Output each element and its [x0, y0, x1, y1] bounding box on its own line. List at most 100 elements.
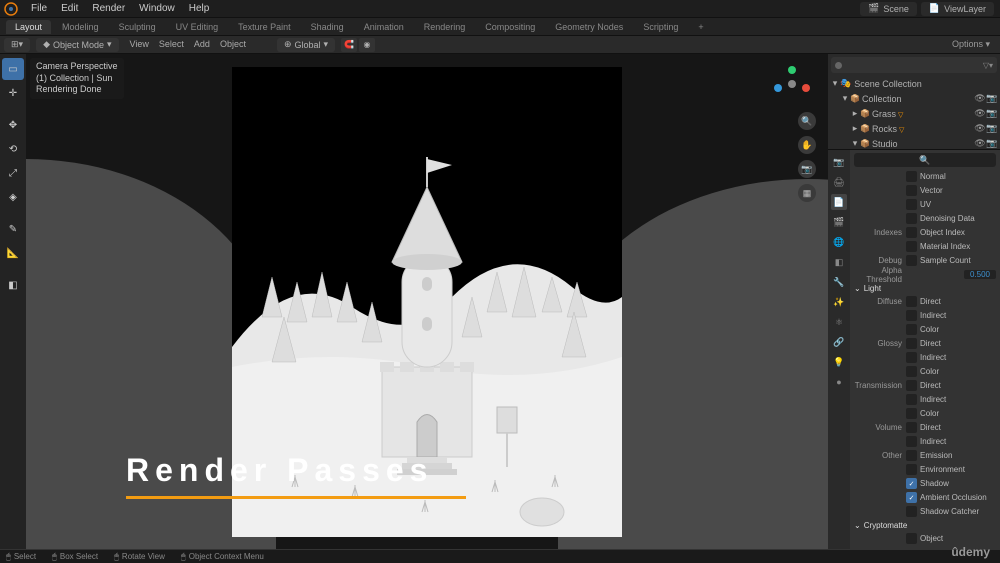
checkbox[interactable] [906, 464, 917, 475]
workspace-tab-animation[interactable]: Animation [355, 20, 413, 34]
menu-window[interactable]: Window [132, 1, 182, 16]
render-toggle[interactable]: 📷 [986, 123, 998, 134]
y-axis-handle[interactable] [788, 66, 796, 74]
add-workspace-button[interactable]: + [689, 20, 712, 34]
render-toggle[interactable]: 📷 [986, 108, 998, 119]
workspace-tab-layout[interactable]: Layout [6, 20, 51, 34]
checkbox[interactable] [906, 422, 917, 433]
proportional-icon[interactable]: ◉ [359, 38, 375, 52]
checkbox[interactable] [906, 255, 917, 266]
checkbox[interactable] [906, 533, 917, 544]
checkbox[interactable] [906, 213, 917, 224]
checkbox[interactable] [906, 310, 917, 321]
checkbox[interactable] [906, 171, 917, 182]
scale-tool[interactable]: ⤢ [2, 162, 24, 184]
visibility-toggle[interactable]: 👁 [974, 108, 986, 119]
perspective-toggle-icon[interactable]: ▦ [798, 184, 816, 202]
checkbox[interactable] [906, 380, 917, 391]
physics-tab-icon[interactable]: ⚛ [831, 314, 847, 330]
visibility-toggle[interactable]: 👁 [974, 138, 986, 149]
snap-icon[interactable]: 🧲 [341, 38, 357, 52]
menu-render[interactable]: Render [85, 1, 132, 16]
properties-content[interactable]: 🔍 NormalVectorUVDenoising DataIndexesObj… [850, 150, 1000, 549]
visibility-toggle[interactable]: 👁 [974, 93, 986, 104]
particles-tab-icon[interactable]: ✨ [831, 294, 847, 310]
orientation-dropdown[interactable]: ⊕ Global ▾ [277, 38, 335, 52]
editor-type-dropdown[interactable]: ⊞▾ [4, 38, 30, 52]
scene-selector[interactable]: 🎬 Scene [860, 2, 917, 16]
workspace-tab-rendering[interactable]: Rendering [415, 20, 475, 34]
checkbox[interactable] [906, 338, 917, 349]
workspace-tab-texture-paint[interactable]: Texture Paint [229, 20, 300, 34]
options-dropdown[interactable]: Options ▾ [946, 37, 996, 52]
x-axis-handle[interactable] [802, 84, 810, 92]
alpha-threshold-value[interactable]: 0.500 [964, 270, 996, 279]
checkbox[interactable]: ✓ [906, 478, 917, 489]
annotate-tool[interactable]: ✎ [2, 218, 24, 240]
checkbox[interactable] [906, 227, 917, 238]
scene-tab-icon[interactable]: 🎬 [831, 214, 847, 230]
navigation-gizmo[interactable] [772, 66, 810, 104]
tree-item-rocks[interactable]: ▸📦Rocks▽👁📷 [828, 121, 1000, 136]
tree-root[interactable]: ▾🎭Scene Collection [828, 76, 1000, 91]
checkbox[interactable] [906, 394, 917, 405]
section-light[interactable]: Light [854, 284, 996, 293]
world-tab-icon[interactable]: 🌐 [831, 234, 847, 250]
checkbox[interactable] [906, 436, 917, 447]
checkbox[interactable] [906, 450, 917, 461]
measure-tool[interactable]: 📐 [2, 242, 24, 264]
header-menu-view[interactable]: View [125, 37, 154, 51]
workspace-tab-modeling[interactable]: Modeling [53, 20, 108, 34]
visibility-toggle[interactable]: 👁 [974, 123, 986, 134]
header-menu-add[interactable]: Add [189, 37, 215, 51]
checkbox[interactable] [906, 296, 917, 307]
outliner-search[interactable]: ▽▾ [831, 57, 997, 73]
transform-tool[interactable]: ◈ [2, 186, 24, 208]
tree-item-collection[interactable]: ▾📦Collection👁📷 [828, 91, 1000, 106]
workspace-tab-uv-editing[interactable]: UV Editing [167, 20, 228, 34]
zoom-icon[interactable]: 🔍 [798, 112, 816, 130]
checkbox[interactable] [906, 506, 917, 517]
render-tab-icon[interactable]: 📷 [831, 154, 847, 170]
data-tab-icon[interactable]: 💡 [831, 354, 847, 370]
filter-icon[interactable]: ▽▾ [983, 61, 993, 70]
checkbox[interactable] [906, 185, 917, 196]
render-toggle[interactable]: 📷 [986, 93, 998, 104]
tree-item-grass[interactable]: ▸📦Grass▽👁📷 [828, 106, 1000, 121]
checkbox[interactable] [906, 199, 917, 210]
select-tool[interactable]: ▭ [2, 58, 24, 80]
rotate-tool[interactable]: ⟲ [2, 138, 24, 160]
camera-view-icon[interactable]: 📷 [798, 160, 816, 178]
mode-dropdown[interactable]: ◆ Object Mode ▾ [36, 38, 118, 52]
object-tab-icon[interactable]: ◧ [831, 254, 847, 270]
section-cryptomatte[interactable]: Cryptomatte [854, 521, 996, 530]
workspace-tab-scripting[interactable]: Scripting [634, 20, 687, 34]
workspace-tab-compositing[interactable]: Compositing [476, 20, 544, 34]
header-menu-object[interactable]: Object [215, 37, 251, 51]
menu-help[interactable]: Help [182, 1, 217, 16]
pan-icon[interactable]: ✋ [798, 136, 816, 154]
checkbox[interactable] [906, 352, 917, 363]
material-tab-icon[interactable]: ● [831, 374, 847, 390]
checkbox[interactable] [906, 366, 917, 377]
workspace-tab-geometry-nodes[interactable]: Geometry Nodes [546, 20, 632, 34]
add-tool[interactable]: ◧ [2, 274, 24, 296]
header-menu-select[interactable]: Select [154, 37, 189, 51]
checkbox[interactable] [906, 241, 917, 252]
tree-item-studio[interactable]: ▾📦Studio👁📷 [828, 136, 1000, 150]
constraints-tab-icon[interactable]: 🔗 [831, 334, 847, 350]
viewport-3d[interactable]: Camera Perspective (1) Collection | Sun … [26, 54, 828, 549]
cursor-tool[interactable]: ✛ [2, 82, 24, 104]
modifier-tab-icon[interactable]: 🔧 [831, 274, 847, 290]
properties-search[interactable]: 🔍 [854, 153, 996, 167]
menu-file[interactable]: File [24, 1, 54, 16]
workspace-tab-sculpting[interactable]: Sculpting [110, 20, 165, 34]
move-tool[interactable]: ✥ [2, 114, 24, 136]
z-axis-handle[interactable] [774, 84, 782, 92]
workspace-tab-shading[interactable]: Shading [302, 20, 353, 34]
checkbox[interactable] [906, 408, 917, 419]
checkbox[interactable]: ✓ [906, 492, 917, 503]
viewlayer-tab-icon[interactable]: 📄 [831, 194, 847, 210]
viewlayer-selector[interactable]: 📄 ViewLayer [921, 2, 994, 16]
render-toggle[interactable]: 📷 [986, 138, 998, 149]
